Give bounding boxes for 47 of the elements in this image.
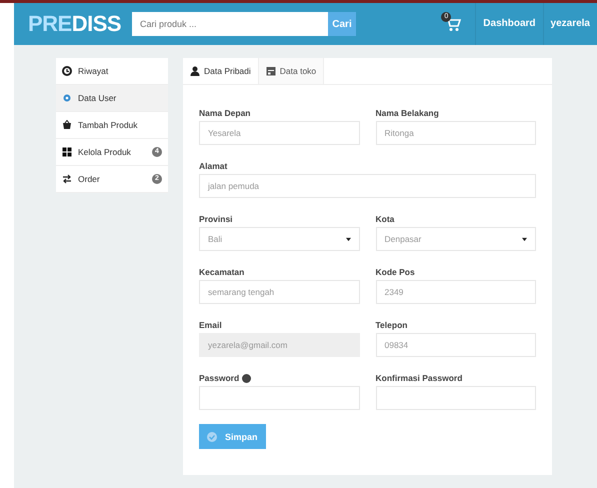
field-label: Kecamatan (199, 267, 244, 277)
input-field: yezarela@gmail.com (199, 333, 360, 357)
field-label: Nama Belakang (376, 108, 439, 118)
input-field[interactable]: Ritonga (376, 121, 536, 145)
user-icon (190, 66, 200, 76)
grid-icon (62, 147, 72, 157)
field-label: Password (199, 373, 240, 383)
tab-label: Data Pribadi (204, 66, 251, 76)
search-field[interactable]: Cari produk ... (132, 12, 328, 36)
caret-icon (346, 236, 350, 242)
field-label: Provinsi (199, 214, 233, 224)
caret-icon (522, 236, 527, 242)
field-label: Konfirmasi Password (376, 373, 462, 383)
settings-icon (62, 93, 72, 103)
field-label: Kode Pos (376, 267, 415, 277)
input-field[interactable]: Yesarela (199, 121, 360, 145)
input-field[interactable]: 09834 (376, 333, 536, 357)
nav-link[interactable]: yezarela (542, 3, 597, 45)
field-label: Kota (376, 214, 394, 224)
field-label: Telepon (376, 320, 408, 330)
history-icon (62, 66, 72, 76)
nav-link[interactable]: Dashboard (475, 3, 543, 45)
tab[interactable]: Data toko (258, 58, 324, 84)
sidebar-item[interactable]: Tambah Produk (56, 112, 168, 139)
sidebar-item[interactable]: Data User (56, 85, 168, 112)
sidebar-label: Kelola Produk (78, 147, 132, 157)
input-field[interactable]: jalan pemuda (199, 174, 536, 198)
input-field[interactable]: semarang tengah (199, 280, 360, 304)
arrows-icon (62, 174, 72, 184)
sidebar-label: Riwayat (78, 66, 110, 76)
input-field[interactable]: 2349 (376, 280, 536, 304)
input-field[interactable] (376, 386, 536, 410)
select-field[interactable]: Denpasar (376, 227, 536, 251)
save-button[interactable]: Simpan (199, 424, 266, 449)
field-label: Nama Depan (199, 108, 250, 118)
tab-label: Data toko (280, 66, 316, 76)
search-button[interactable]: Cari (328, 12, 356, 36)
sidebar-label: Order (78, 174, 101, 184)
sidebar-label: Tambah Produk (78, 120, 139, 130)
field-label: Email (199, 320, 222, 330)
select-field[interactable]: Bali (199, 227, 360, 251)
input-field[interactable] (199, 386, 360, 410)
sidebar-label: Data User (78, 93, 118, 103)
field-label: Alamat (199, 161, 228, 171)
basket-icon (62, 120, 72, 130)
store-icon (266, 66, 276, 76)
check-icon (207, 432, 217, 442)
